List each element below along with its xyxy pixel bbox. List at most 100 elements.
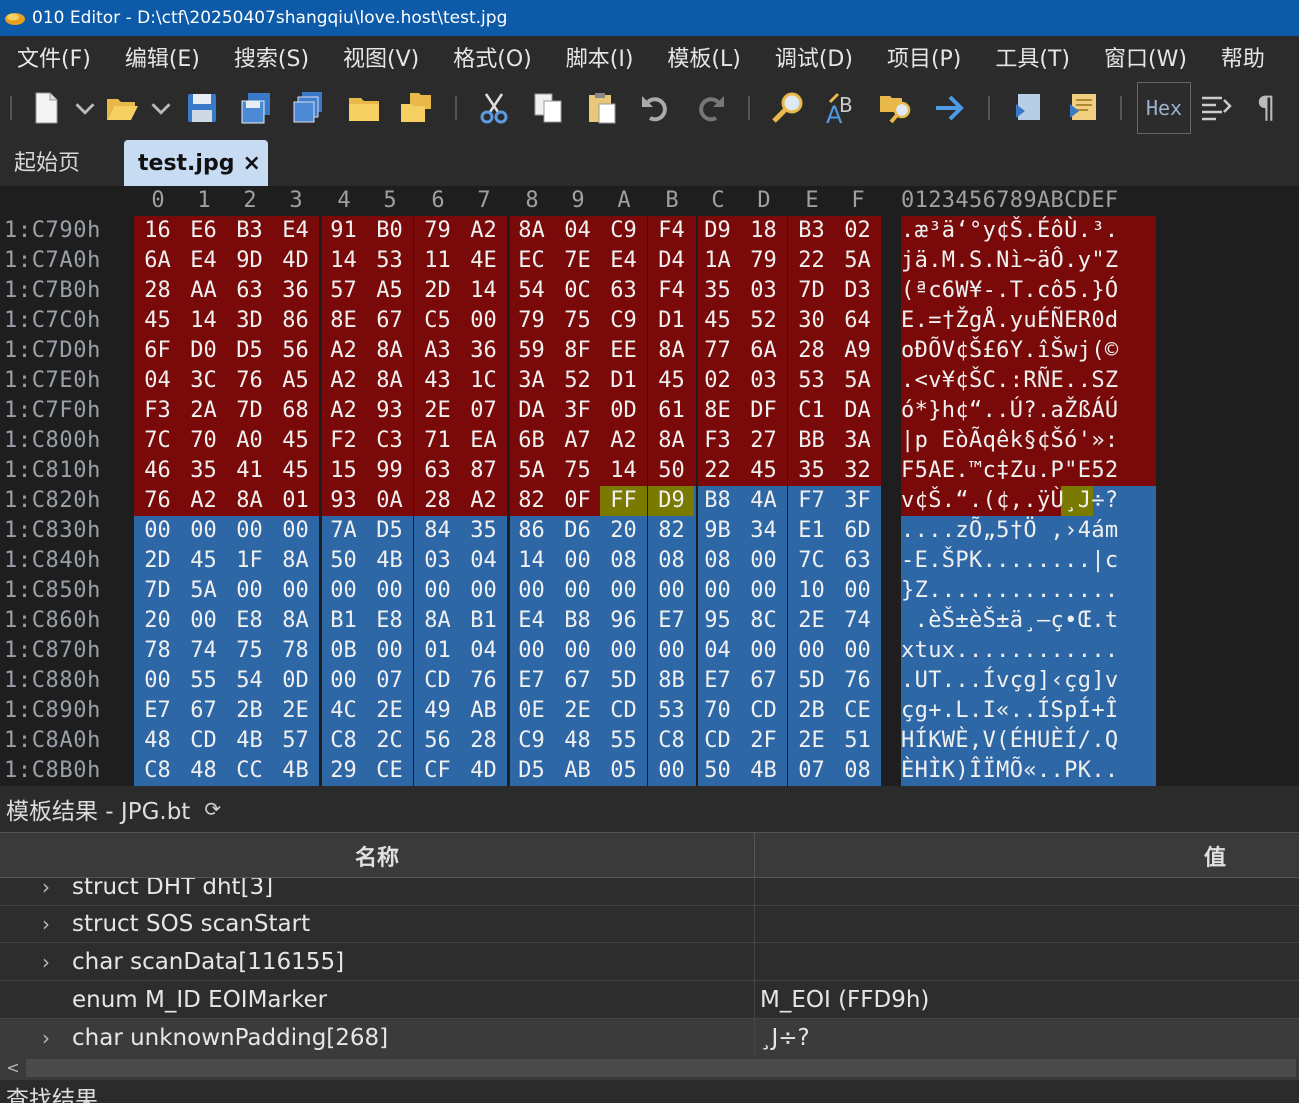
hex-byte[interactable]: CD xyxy=(180,726,227,756)
chevron-right-icon[interactable]: › xyxy=(42,1019,50,1056)
hex-editor[interactable]: 0123456789ABCDEF 0 1 2 3 4 5 6 7 8 9 A B C D E F 1:C790h… xyxy=(0,186,1299,786)
menu-format[interactable]: 格式(O) xyxy=(436,41,548,73)
hex-byte[interactable]: 2C xyxy=(366,726,413,756)
hex-byte[interactable]: 5A xyxy=(508,456,555,486)
hex-byte[interactable]: 00 xyxy=(226,516,273,546)
new-dropdown-button[interactable] xyxy=(68,88,102,128)
hex-byte[interactable]: 64 xyxy=(834,306,881,336)
chevron-right-icon[interactable]: › xyxy=(42,878,50,906)
column-header-name[interactable]: 名称 xyxy=(0,833,754,879)
hex-byte[interactable]: E7 xyxy=(134,696,181,726)
hex-byte[interactable]: 0C xyxy=(554,276,601,306)
hex-byte[interactable]: D4 xyxy=(648,246,695,276)
hex-byte[interactable]: 00 xyxy=(648,576,695,606)
ascii-text[interactable]: xtux............ xyxy=(901,636,1156,666)
hex-byte[interactable]: 8A xyxy=(366,366,413,396)
hex-byte[interactable]: 8E xyxy=(694,396,741,426)
hex-byte[interactable]: 8A xyxy=(508,216,555,246)
hex-byte[interactable]: A2 xyxy=(320,336,367,366)
hex-byte[interactable]: 70 xyxy=(180,426,227,456)
hex-byte[interactable]: 00 xyxy=(226,576,273,606)
hex-byte[interactable]: 04 xyxy=(134,366,181,396)
scroll-left-icon[interactable]: < xyxy=(2,1056,24,1080)
hex-byte[interactable]: E1 xyxy=(788,516,835,546)
ascii-text[interactable]: oÐÕV¢Š£6Y.îŠwj(© xyxy=(901,336,1156,366)
hex-byte[interactable]: 96 xyxy=(600,606,647,636)
hex-byte[interactable]: 8A xyxy=(272,606,319,636)
hex-byte[interactable]: 5A xyxy=(180,576,227,606)
hex-byte[interactable]: 04 xyxy=(554,216,601,246)
hex-byte[interactable]: 8A xyxy=(272,546,319,576)
menu-templates[interactable]: 模板(L) xyxy=(650,41,757,73)
hex-byte[interactable]: 93 xyxy=(320,486,367,516)
hex-byte[interactable]: 00 xyxy=(320,576,367,606)
hex-byte[interactable]: D1 xyxy=(648,306,695,336)
hex-byte[interactable]: 00 xyxy=(834,636,881,666)
ascii-text[interactable]: jä.M.S.Nì~äÔ.y"Z xyxy=(901,246,1156,276)
hex-byte[interactable]: 35 xyxy=(460,516,507,546)
hex-byte[interactable]: 45 xyxy=(648,366,695,396)
hex-byte[interactable]: 5D xyxy=(600,666,647,696)
hex-byte[interactable]: 52 xyxy=(740,306,787,336)
ascii-text[interactable]: E.=†ŽgÅ.yuÉÑER0d xyxy=(901,306,1156,336)
hex-byte[interactable]: AB xyxy=(460,696,507,726)
hex-byte[interactable]: 00 xyxy=(460,576,507,606)
hex-byte[interactable]: 82 xyxy=(648,516,695,546)
open-file-button[interactable] xyxy=(102,88,142,128)
hex-byte[interactable]: 63 xyxy=(226,276,273,306)
ascii-text[interactable]: çg+.L.I«..ÍSpÍ+Î xyxy=(901,696,1156,726)
hex-byte[interactable]: 07 xyxy=(788,756,835,786)
hex-byte[interactable]: 48 xyxy=(180,756,227,786)
hex-byte[interactable]: 04 xyxy=(460,636,507,666)
hex-byte[interactable]: 00 xyxy=(134,516,181,546)
hex-byte[interactable]: 45 xyxy=(740,456,787,486)
hex-byte[interactable]: 8A xyxy=(648,426,695,456)
hex-byte[interactable]: 35 xyxy=(180,456,227,486)
replace-button[interactable]: AB xyxy=(822,88,862,128)
hex-byte[interactable]: 2D xyxy=(134,546,181,576)
hex-byte[interactable]: 08 xyxy=(694,546,741,576)
ascii-text[interactable]: ó*}h¢“..Ú?.aŽßÁÚ xyxy=(901,396,1156,426)
ascii-text[interactable]: HÍKWÈ,V(ÉHUÈÍ/.Q xyxy=(901,726,1156,756)
hex-byte[interactable]: 2E xyxy=(272,696,319,726)
hex-byte[interactable]: 74 xyxy=(834,606,881,636)
hex-byte[interactable]: 4D xyxy=(460,756,507,786)
hex-byte[interactable]: 56 xyxy=(414,726,461,756)
save-as-button[interactable] xyxy=(236,88,276,128)
hex-byte[interactable]: 49 xyxy=(414,696,461,726)
menu-help[interactable]: 帮助 xyxy=(1204,41,1282,73)
hex-byte[interactable]: CD xyxy=(600,696,647,726)
hex-byte[interactable]: F3 xyxy=(134,396,181,426)
hex-byte[interactable]: 68 xyxy=(272,396,319,426)
hex-byte[interactable]: 50 xyxy=(320,546,367,576)
hex-byte[interactable]: 30 xyxy=(788,306,835,336)
hex-byte[interactable]: 4B xyxy=(272,756,319,786)
hex-byte[interactable]: A2 xyxy=(600,426,647,456)
hex-byte[interactable]: 74 xyxy=(180,636,227,666)
hex-byte[interactable]: C8 xyxy=(134,756,181,786)
open-multiple-button[interactable] xyxy=(396,88,436,128)
ascii-text[interactable]: ....zÕ„5†Ö ‚›4ám xyxy=(901,516,1156,546)
hex-byte[interactable]: 03 xyxy=(740,366,787,396)
undo-button[interactable] xyxy=(636,88,676,128)
hex-byte[interactable]: 8A xyxy=(366,336,413,366)
show-whitespace-button[interactable]: ¶ xyxy=(1246,88,1286,128)
hex-byte[interactable]: 2E xyxy=(414,396,461,426)
hex-byte[interactable]: B8 xyxy=(554,606,601,636)
hex-byte[interactable]: 14 xyxy=(508,546,555,576)
hex-byte[interactable]: 00 xyxy=(180,516,227,546)
run-template-button[interactable] xyxy=(1064,88,1104,128)
hex-byte[interactable]: 82 xyxy=(508,486,555,516)
hex-byte[interactable]: 46 xyxy=(134,456,181,486)
hex-byte[interactable]: 07 xyxy=(366,666,413,696)
open-folder-button[interactable] xyxy=(344,88,384,128)
columns-button[interactable] xyxy=(1196,88,1236,128)
hex-byte[interactable]: 03 xyxy=(740,276,787,306)
ascii-text[interactable]: v¢Š.“.(¢‚.ÿÙ¸J÷? xyxy=(901,486,1156,516)
hex-byte[interactable]: 86 xyxy=(508,516,555,546)
hex-byte[interactable]: 87 xyxy=(460,456,507,486)
template-row[interactable]: › char scanData[116155] xyxy=(0,943,1299,981)
hex-byte[interactable]: 78 xyxy=(272,636,319,666)
hex-byte[interactable]: 52 xyxy=(554,366,601,396)
hex-byte[interactable]: 77 xyxy=(694,336,741,366)
